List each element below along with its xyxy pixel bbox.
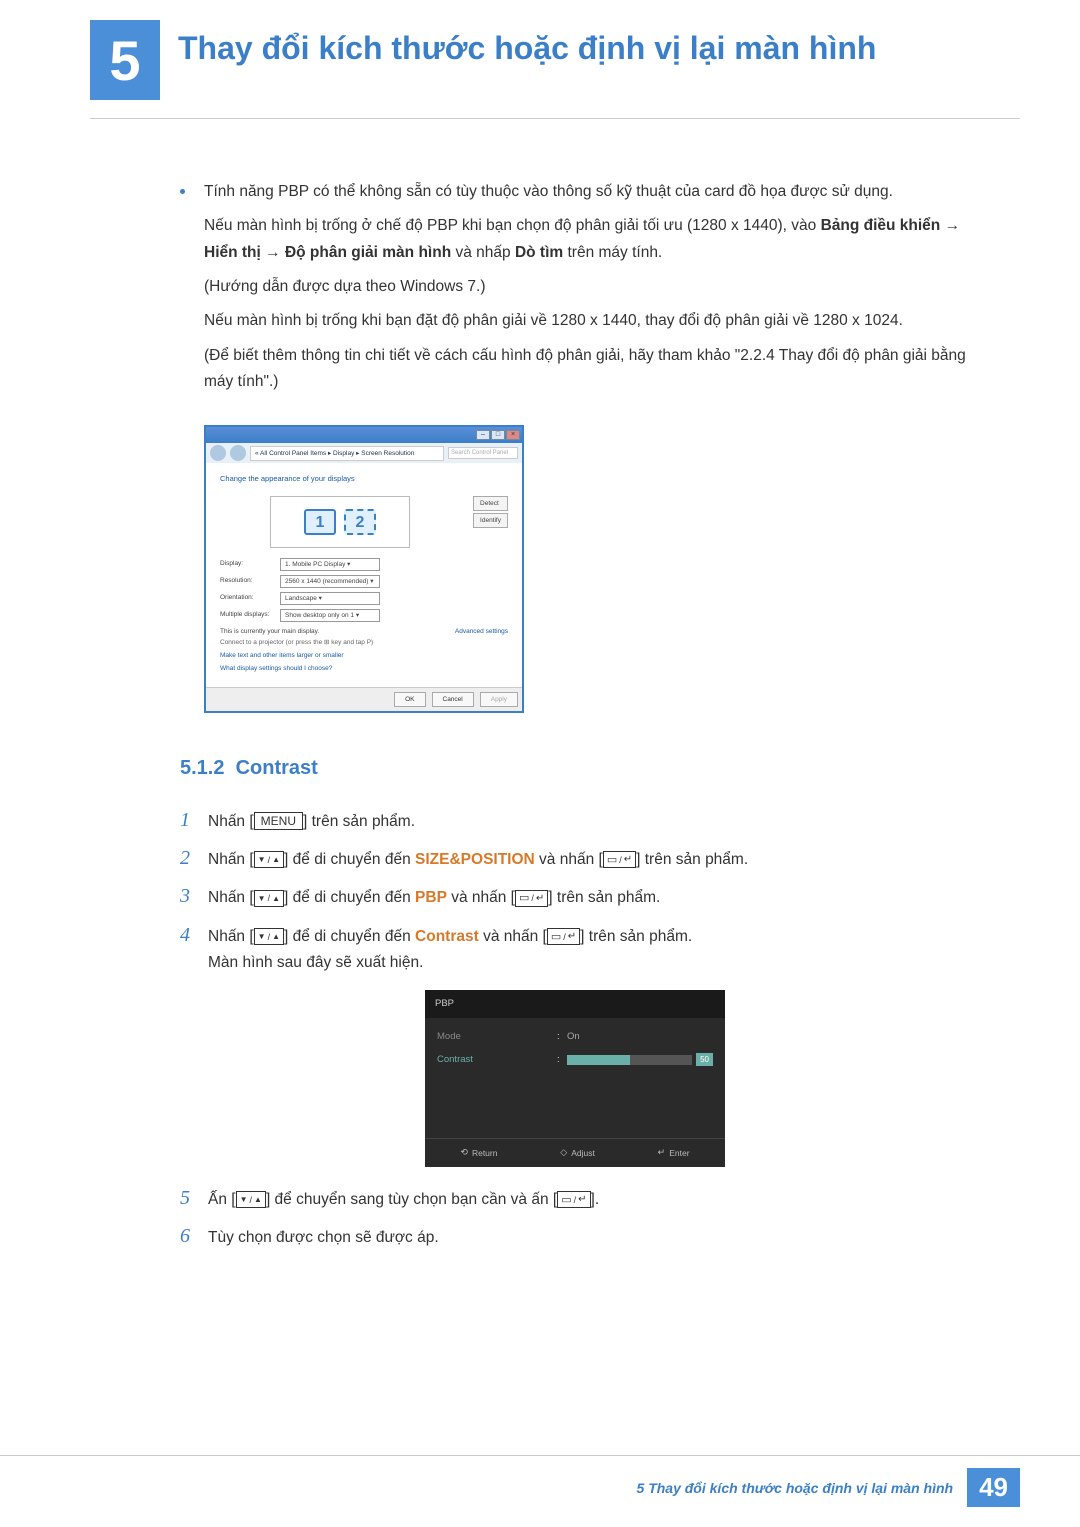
osd-mode-value: On: [567, 1029, 713, 1045]
step-5-text: Ấn [/] để chuyển sang tùy chọn bạn cần v…: [208, 1185, 970, 1213]
display-settings-link: What display settings should I choose?: [220, 663, 508, 674]
nav-back-icon: [210, 445, 226, 461]
minimize-icon: –: [476, 430, 490, 440]
step-4-text: Nhấn [/] để di chuyển đến Contrast và nh…: [208, 922, 970, 977]
ok-button: OK: [394, 692, 425, 707]
main-display-note: This is currently your main display.: [220, 626, 319, 637]
chapter-title: Thay đổi kích thước hoặc định vị lại màn…: [178, 20, 876, 68]
breadcrumb: « All Control Panel Items ▸ Display ▸ Sc…: [250, 446, 444, 461]
display-label: Display:: [220, 558, 280, 571]
step-number-2: 2: [180, 845, 208, 871]
paragraph-windows-note: (Hướng dẫn được dựa theo Windows 7.): [180, 274, 970, 300]
menu-key-icon: MENU: [254, 812, 303, 830]
osd-screenshot: PBP Mode : On Contrast : 50 ⟲Return: [425, 990, 725, 1166]
rect-enter-key-icon: /: [557, 1191, 590, 1208]
monitor-preview: 1 2: [270, 496, 410, 548]
search-input: Search Control Panel: [448, 447, 518, 459]
osd-return-hint: ⟲Return: [460, 1145, 497, 1160]
osd-title: PBP: [425, 990, 725, 1018]
multi-label: Multiple displays:: [220, 609, 280, 622]
window-titlebar: – □ ×: [206, 427, 522, 443]
paragraph-reference: (Để biết thêm thông tin chi tiết về cách…: [180, 343, 970, 396]
step-3-text: Nhấn [/] để di chuyển đến PBP và nhấn [/…: [208, 883, 970, 911]
down-up-key-icon: /: [254, 890, 284, 907]
step-1-text: Nhấn [MENU] trên sản phẩm.: [208, 807, 970, 835]
enter-icon: ↵: [658, 1145, 666, 1160]
projector-note: Connect to a projector (or press the ⊞ k…: [220, 637, 508, 648]
step-2-text: Nhấn [/] để di chuyển đến SIZE&POSITION …: [208, 845, 970, 873]
bullet-icon: [180, 189, 185, 194]
page-number: 49: [967, 1468, 1020, 1507]
orientation-value: Landscape ▾: [280, 592, 380, 605]
apply-button: Apply: [480, 692, 518, 707]
return-icon: ⟲: [460, 1145, 468, 1160]
osd-mode-label: Mode: [437, 1029, 557, 1045]
advanced-settings-link: Advanced settings: [455, 626, 508, 637]
osd-contrast-label: Contrast: [437, 1052, 557, 1068]
adjust-icon: ◇: [560, 1145, 567, 1160]
step-number-4: 4: [180, 922, 208, 948]
nav-forward-icon: [230, 445, 246, 461]
maximize-icon: □: [491, 430, 505, 440]
monitor-1-icon: 1: [304, 509, 336, 535]
identify-button: Identify: [473, 513, 508, 528]
resolution-label: Resolution:: [220, 575, 280, 588]
paragraph-resolution-guide: Nếu màn hình bị trống ở chế độ PBP khi b…: [180, 213, 970, 266]
step-number-1: 1: [180, 807, 208, 833]
text-size-link: Make text and other items larger or smal…: [220, 650, 508, 661]
rect-enter-key-icon: /: [547, 928, 580, 945]
cancel-button: Cancel: [432, 692, 474, 707]
rect-enter-key-icon: /: [515, 890, 548, 907]
osd-contrast-slider: 50: [567, 1053, 713, 1067]
subsection-heading: 5.1.2 Contrast: [180, 751, 970, 785]
display-value: 1. Mobile PC Display ▾: [280, 558, 380, 571]
rect-enter-key-icon: /: [603, 851, 636, 868]
resolution-value: 2560 x 1440 (recommended) ▾: [280, 575, 380, 588]
chapter-number-badge: 5: [90, 20, 160, 100]
detect-button: Detect: [473, 496, 508, 511]
down-up-key-icon: /: [236, 1191, 266, 1208]
paragraph-fallback-res: Nếu màn hình bị trống khi bạn đặt độ phâ…: [180, 308, 970, 334]
monitor-2-icon: 2: [344, 509, 376, 535]
down-up-key-icon: /: [254, 928, 284, 945]
osd-enter-hint: ↵Enter: [658, 1145, 690, 1160]
down-up-key-icon: /: [254, 851, 284, 868]
step-number-3: 3: [180, 883, 208, 909]
dialog-title: Change the appearance of your displays: [220, 473, 508, 486]
windows-screenshot: – □ × « All Control Panel Items ▸ Displa…: [204, 425, 524, 712]
osd-adjust-hint: ◇Adjust: [560, 1145, 595, 1160]
orientation-label: Orientation:: [220, 592, 280, 605]
multi-value: Show desktop only on 1 ▾: [280, 609, 380, 622]
bullet-text: Tính năng PBP có thể không sẵn có tùy th…: [204, 183, 893, 200]
footer-chapter-title: 5 Thay đổi kích thước hoặc định vị lại m…: [637, 1480, 954, 1496]
step-6-text: Tùy chọn được chọn sẽ được áp.: [208, 1223, 970, 1251]
close-icon: ×: [506, 430, 520, 440]
step-number-5: 5: [180, 1185, 208, 1211]
osd-contrast-value: 50: [696, 1053, 713, 1067]
step-number-6: 6: [180, 1223, 208, 1249]
